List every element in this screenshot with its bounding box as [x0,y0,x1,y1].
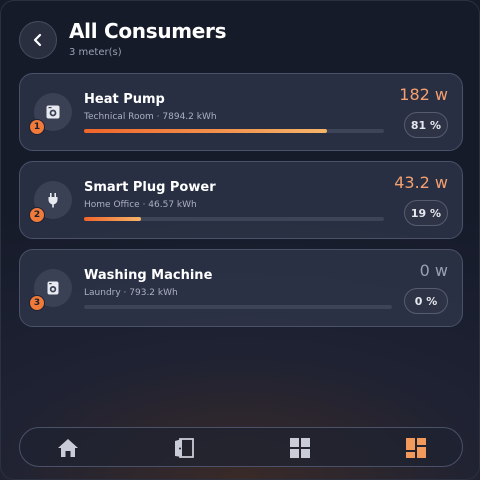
consumer-card-smart-plug[interactable]: 2 Smart Plug Power Home Office · 46.57 k… [19,161,463,239]
rank-badge: 2 [29,207,45,223]
plug-icon [48,193,58,208]
consumer-meta: Laundry · 793.2 kWh [84,288,178,298]
grid-icon [290,438,310,458]
nav-dashboard[interactable] [404,436,428,460]
share-bar-fill [84,129,327,133]
chevron-left-icon [33,33,42,47]
nav-devices[interactable] [288,436,312,460]
percent-badge: 19 % [404,200,448,226]
share-bar-fill [84,217,141,221]
share-bar [84,129,384,133]
door-icon [175,438,194,458]
power-value: 43.2 w [394,173,448,192]
nav-rooms[interactable] [172,436,196,460]
page-title: All Consumers [69,19,227,43]
washer-icon [47,281,59,295]
rank-badge: 1 [29,119,45,135]
header: All Consumers 3 meter(s) [19,17,459,61]
consumer-card-washing-machine[interactable]: 3 Washing Machine Laundry · 793.2 kWh 0 … [19,249,463,327]
app-window: All Consumers 3 meter(s) 1 Heat Pump Tec… [0,0,480,480]
percent-badge: 0 % [404,288,448,314]
consumer-card-heat-pump[interactable]: 1 Heat Pump Technical Room · 7894.2 kWh … [19,73,463,151]
consumer-icon-wrap: 2 [29,181,72,223]
power-value: 0 w [419,261,448,280]
washer-icon [46,105,60,119]
dashboard-icon [406,438,426,458]
share-bar [84,217,384,221]
nav-home[interactable] [56,436,80,460]
back-button[interactable] [19,21,57,59]
consumer-name: Smart Plug Power [84,180,216,195]
consumer-icon-wrap: 1 [29,93,72,135]
home-icon [58,439,78,457]
consumer-name: Washing Machine [84,268,213,283]
bottom-navigation [19,427,463,467]
consumer-meta: Technical Room · 7894.2 kWh [84,112,217,122]
consumer-icon-wrap: 3 [29,269,72,311]
rank-badge: 3 [29,295,45,311]
consumer-meta: Home Office · 46.57 kWh [84,200,197,210]
consumer-name: Heat Pump [84,92,165,107]
page-subtitle: 3 meter(s) [69,47,122,58]
share-bar [84,305,392,309]
power-value: 182 w [399,85,448,104]
percent-badge: 81 % [404,112,448,138]
